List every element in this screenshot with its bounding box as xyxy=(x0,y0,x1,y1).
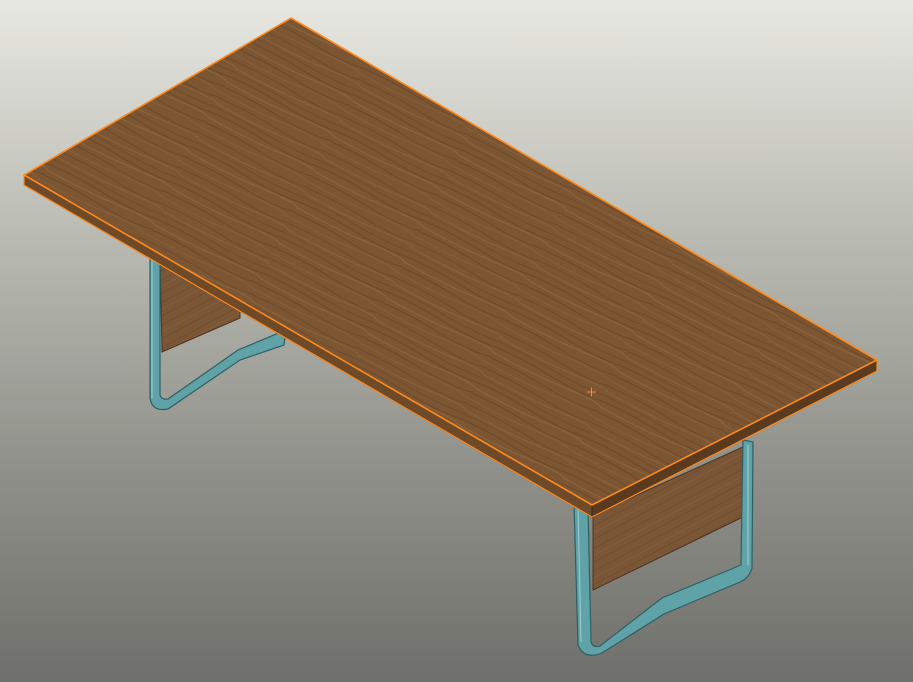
table-model[interactable] xyxy=(0,0,913,682)
cad-3d-viewport[interactable] xyxy=(0,0,913,682)
